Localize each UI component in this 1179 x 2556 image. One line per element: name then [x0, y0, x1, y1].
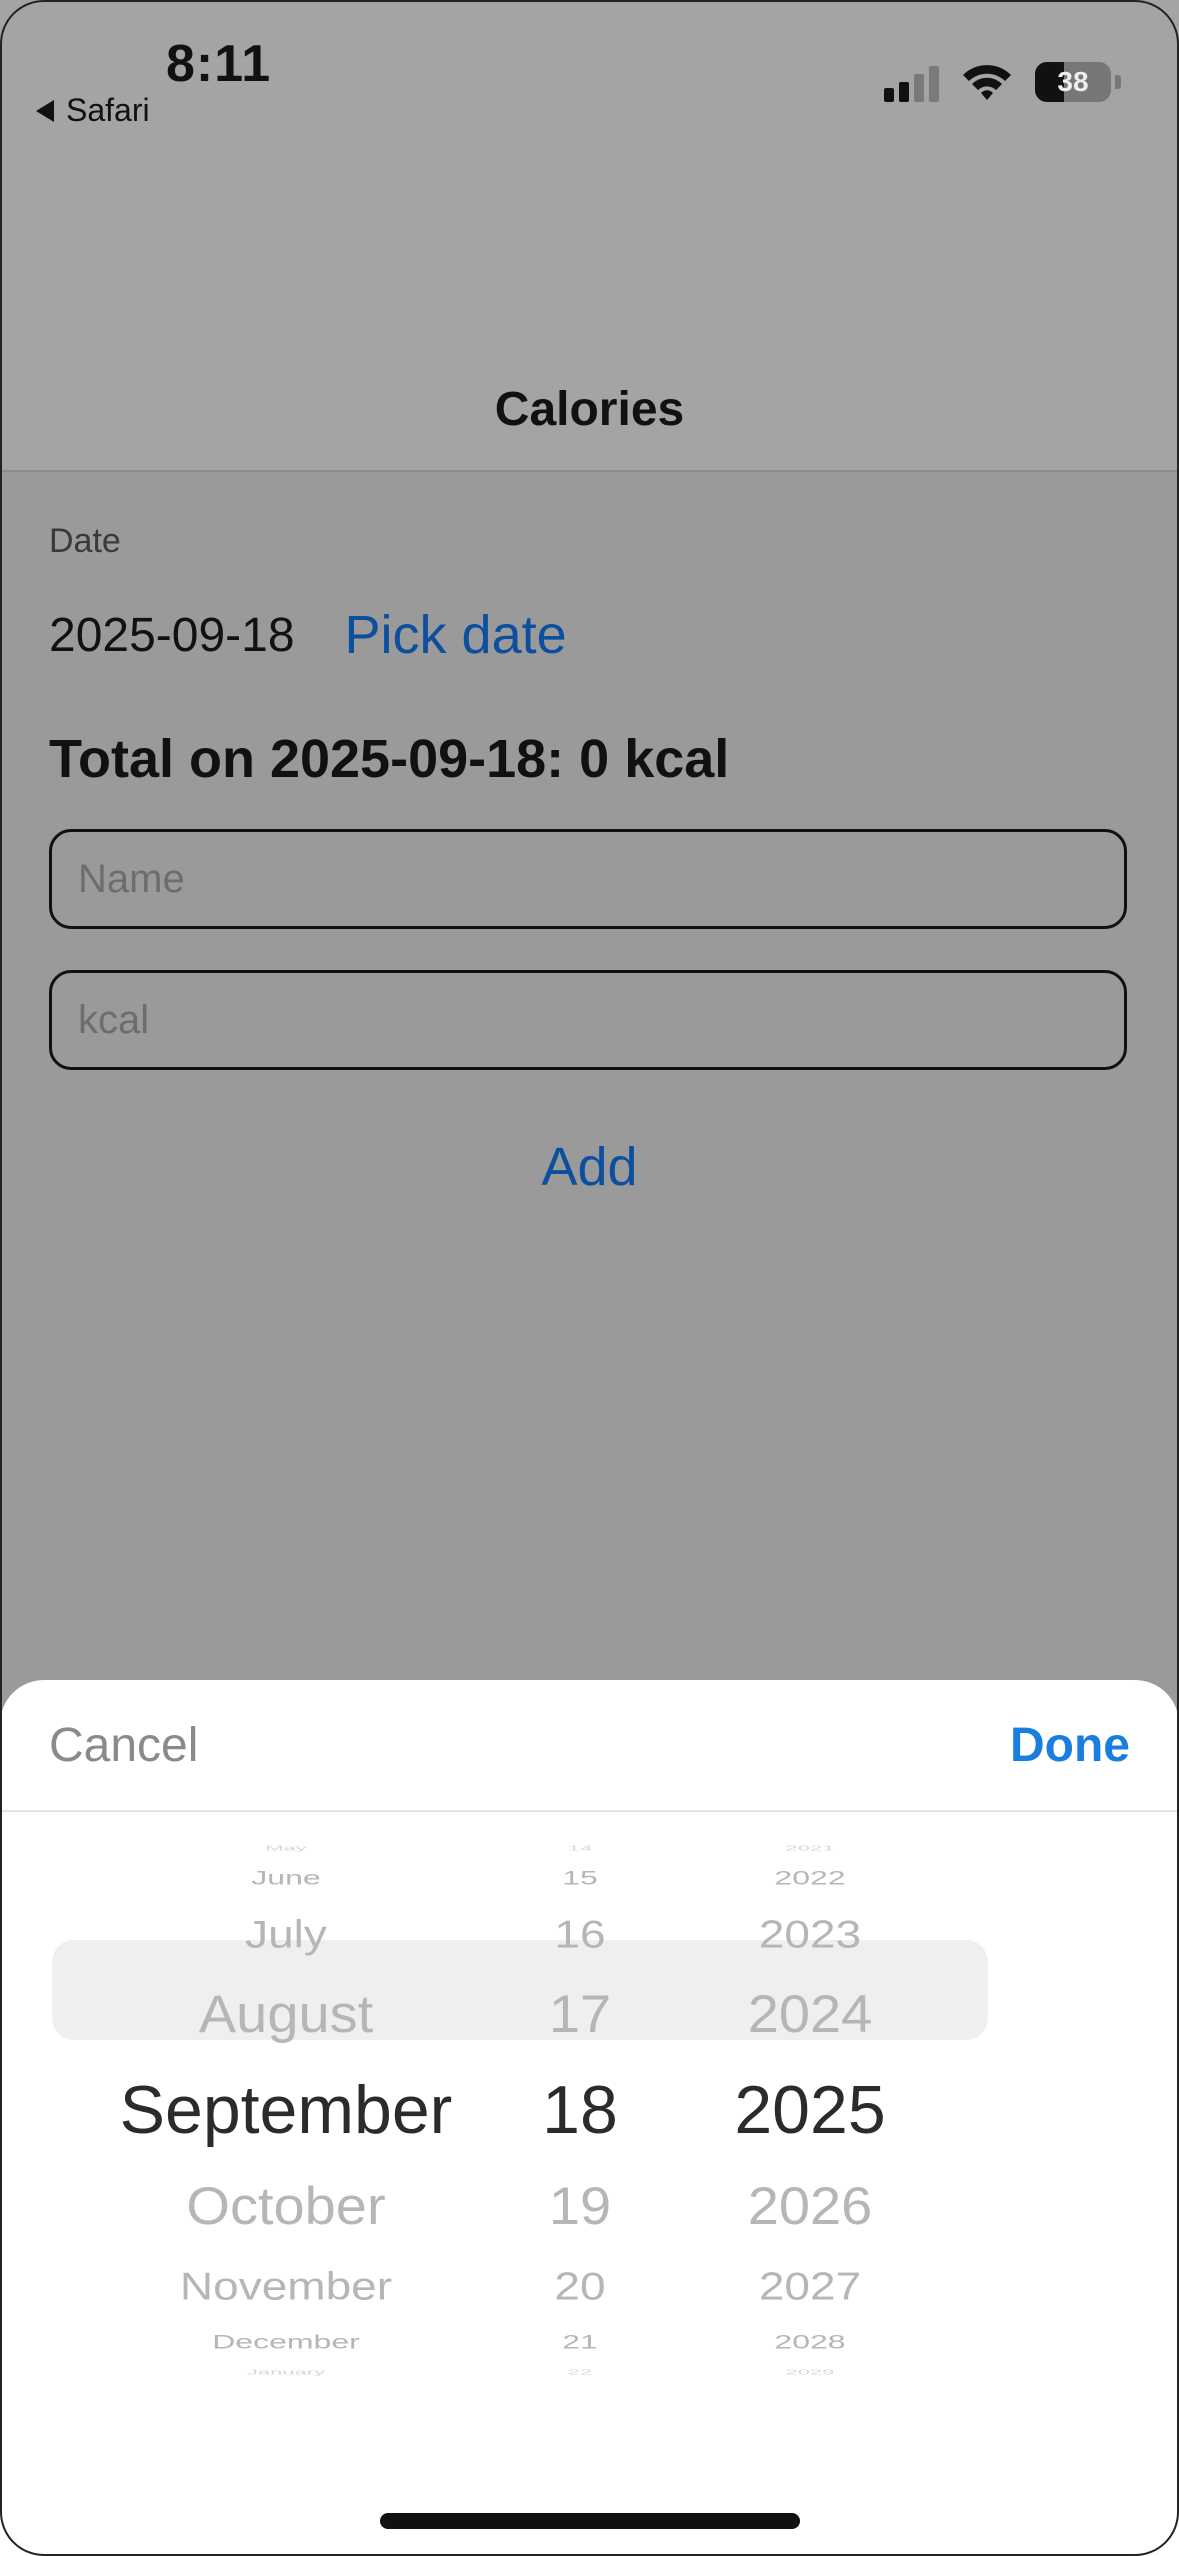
date-value: 2025-09-18 [49, 608, 295, 662]
status-icons: 38 [884, 62, 1121, 102]
year-option[interactable]: 2024 [700, 1987, 920, 2040]
home-indicator [380, 2513, 800, 2529]
month-option[interactable]: October [56, 2179, 516, 2232]
date-label: Date [49, 522, 121, 560]
day-option[interactable]: 14 [500, 1844, 660, 1852]
year-option[interactable]: 2029 [700, 2368, 920, 2376]
cancel-button[interactable]: Cancel [49, 1718, 198, 1773]
year-option[interactable]: 2021 [700, 1844, 920, 1852]
name-input[interactable]: Name [49, 829, 1127, 929]
sheet-toolbar: Cancel Done [0, 1680, 1179, 1812]
screen: 8:11 Safari 38 Calories Date 2025-09-18 … [0, 0, 1179, 2556]
year-option[interactable]: 2027 [700, 2266, 920, 2305]
month-option[interactable]: May [56, 1844, 516, 1852]
day-option[interactable]: 20 [500, 2266, 660, 2305]
day-option[interactable]: 15 [500, 1868, 660, 1887]
month-option[interactable]: December [56, 2332, 516, 2351]
page-title: Calories [494, 383, 685, 436]
day-option[interactable]: 16 [500, 1914, 660, 1953]
kcal-placeholder: kcal [78, 997, 150, 1042]
year-option[interactable]: 2026 [700, 2179, 920, 2232]
done-button[interactable]: Done [1010, 1718, 1130, 1773]
year-option[interactable]: 2022 [700, 1868, 920, 1887]
day-option[interactable]: 21 [500, 2332, 660, 2351]
add-button[interactable]: Add [0, 1136, 1179, 1198]
year-option[interactable]: 2025 [700, 2076, 920, 2144]
month-option[interactable]: August [56, 1987, 516, 2040]
wifi-icon [963, 65, 1011, 100]
kcal-input[interactable]: kcal [49, 970, 1127, 1070]
back-app-label: Safari [66, 92, 150, 128]
day-option[interactable]: 18 [500, 2076, 660, 2144]
month-option[interactable]: January [56, 2368, 516, 2376]
cellular-signal-icon [884, 62, 939, 102]
month-option[interactable]: September [56, 2076, 516, 2144]
battery-icon: 38 [1035, 62, 1111, 102]
status-time: 8:11 [166, 35, 272, 93]
day-option[interactable]: 22 [500, 2368, 660, 2376]
month-option[interactable]: November [56, 2266, 516, 2305]
back-arrow-icon [36, 99, 54, 122]
daily-total: Total on 2025-09-18: 0 kcal [49, 729, 730, 789]
back-to-safari-button[interactable]: Safari [36, 92, 150, 129]
day-option[interactable]: 19 [500, 2179, 660, 2232]
month-option[interactable]: June [56, 1868, 516, 1887]
day-option[interactable]: 17 [500, 1987, 660, 2040]
date-row: 2025-09-18 Pick date [49, 604, 567, 666]
battery-percent: 38 [1057, 66, 1089, 97]
month-option[interactable]: July [56, 1914, 516, 1953]
name-placeholder: Name [78, 856, 185, 901]
year-option[interactable]: 2023 [700, 1914, 920, 1953]
pick-date-button[interactable]: Pick date [345, 604, 567, 666]
year-option[interactable]: 2028 [700, 2332, 920, 2351]
navigation-header: 8:11 Safari 38 Calories [0, 0, 1179, 472]
